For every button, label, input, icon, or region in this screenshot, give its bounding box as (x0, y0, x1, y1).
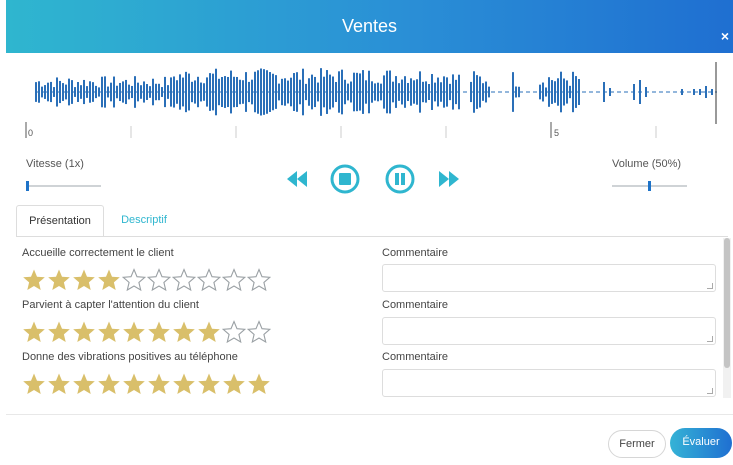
star-filled-icon[interactable] (197, 372, 221, 396)
criterion-label: Accueille correctement le client (22, 247, 174, 259)
star-filled-icon[interactable] (222, 372, 246, 396)
comment-label: Commentaire (382, 351, 449, 363)
resize-grip-icon[interactable] (707, 283, 713, 289)
star-empty-icon[interactable] (247, 320, 271, 344)
scrollbar-thumb[interactable] (724, 238, 730, 368)
comment-label: Commentaire (382, 247, 449, 259)
comment-label: Commentaire (382, 299, 449, 311)
stop-icon[interactable] (330, 164, 360, 194)
star-filled-icon[interactable] (47, 372, 71, 396)
star-filled-icon[interactable] (97, 268, 121, 292)
star-filled-icon[interactable] (147, 372, 171, 396)
comment-field[interactable] (382, 264, 716, 292)
star-filled-icon[interactable] (72, 372, 96, 396)
criterion-label: Parvient à capter l'attention du client (22, 299, 199, 311)
star-filled-icon[interactable] (147, 320, 171, 344)
waveform-graphic[interactable] (22, 60, 722, 140)
close-icon[interactable]: × (721, 10, 729, 63)
star-filled-icon[interactable] (47, 268, 71, 292)
star-filled-icon[interactable] (172, 372, 196, 396)
star-empty-icon[interactable] (172, 268, 196, 292)
star-filled-icon[interactable] (197, 320, 221, 344)
speed-slider[interactable] (26, 185, 101, 187)
star-empty-icon[interactable] (247, 268, 271, 292)
star-filled-icon[interactable] (122, 320, 146, 344)
fast-forward-icon[interactable] (438, 169, 460, 189)
resize-grip-icon[interactable] (707, 336, 713, 342)
scrollbar[interactable] (723, 238, 731, 398)
star-filled-icon[interactable] (72, 268, 96, 292)
star-empty-icon[interactable] (147, 268, 171, 292)
star-filled-icon[interactable] (122, 372, 146, 396)
volume-label: Volume (50%) (612, 158, 682, 170)
tab-descriptif[interactable]: Descriptif (112, 205, 176, 237)
speed-label: Vitesse (1x) (26, 158, 84, 170)
resize-grip-icon[interactable] (707, 388, 713, 394)
speed-slider-thumb[interactable] (26, 181, 29, 191)
star-filled-icon[interactable] (247, 372, 271, 396)
star-filled-icon[interactable] (47, 320, 71, 344)
star-filled-icon[interactable] (97, 320, 121, 344)
timeline-tick-start: 0 (28, 128, 34, 138)
star-filled-icon[interactable] (172, 320, 196, 344)
star-empty-icon[interactable] (222, 268, 246, 292)
footer-divider (6, 414, 733, 415)
dialog-title: Ventes (341, 16, 398, 36)
timeline-tick-mid: 5 (554, 128, 560, 138)
star-empty-icon[interactable] (222, 320, 246, 344)
close-button[interactable]: Fermer (608, 430, 666, 458)
dialog-header: Ventes × (6, 0, 733, 53)
volume-slider-thumb[interactable] (648, 181, 651, 191)
comment-field[interactable] (382, 317, 716, 345)
star-empty-icon[interactable] (122, 268, 146, 292)
pause-icon[interactable] (385, 164, 415, 194)
evaluate-button[interactable]: Évaluer (670, 428, 732, 458)
star-filled-icon[interactable] (22, 268, 46, 292)
star-filled-icon[interactable] (72, 320, 96, 344)
star-filled-icon[interactable] (97, 372, 121, 396)
rewind-icon[interactable] (286, 169, 308, 189)
criterion-label: Donne des vibrations positives au téléph… (22, 351, 238, 363)
waveform[interactable]: 0 5 (22, 60, 722, 140)
tab-presentation[interactable]: Présentation (16, 205, 104, 237)
tab-divider (16, 236, 728, 237)
star-empty-icon[interactable] (197, 268, 221, 292)
star-filled-icon[interactable] (22, 320, 46, 344)
comment-field[interactable] (382, 369, 716, 397)
star-filled-icon[interactable] (22, 372, 46, 396)
